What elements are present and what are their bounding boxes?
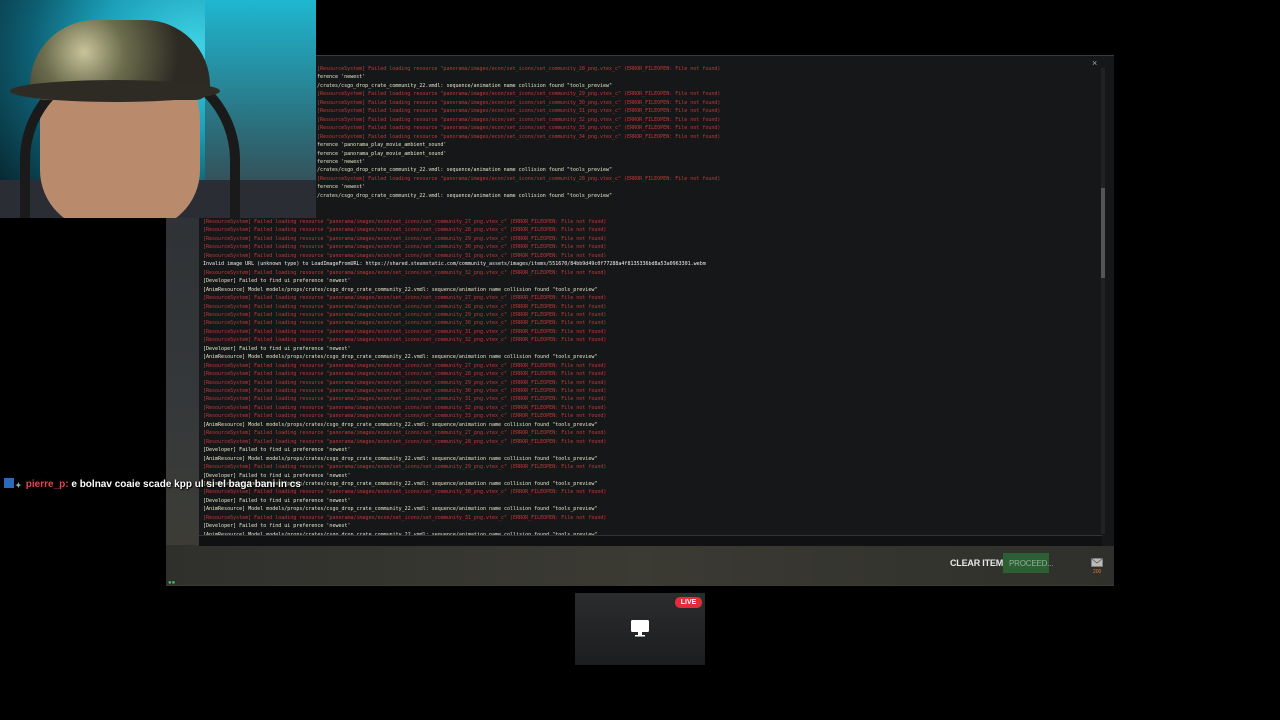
console-scrollbar[interactable] xyxy=(1101,68,1105,534)
proceed-button[interactable]: PROCEED... xyxy=(1003,553,1053,573)
developer-console-lower xyxy=(199,218,1114,545)
chat-username: pierre_p: xyxy=(25,479,69,490)
webcam-feed xyxy=(0,0,316,218)
mail-count-badge: 200 xyxy=(1093,569,1102,575)
console-scroll-thumb[interactable] xyxy=(1101,188,1105,278)
console-close-icon[interactable]: × xyxy=(1092,58,1097,68)
live-badge: LIVE xyxy=(675,597,702,608)
mail-icon[interactable] xyxy=(1091,558,1103,567)
chat-message: ✦ pierre_p: e bolnav coaie scade kpp ul … xyxy=(4,478,301,490)
monitor-icon xyxy=(631,620,649,637)
verified-badge-icon: ✦ xyxy=(15,481,22,490)
console-input[interactable] xyxy=(199,535,1102,546)
subscriber-badge-icon xyxy=(4,478,14,488)
corner-indicator: ▪▪ xyxy=(168,579,176,586)
chat-text: e bolnav coaie scade kpp ul si el baga b… xyxy=(71,479,301,490)
